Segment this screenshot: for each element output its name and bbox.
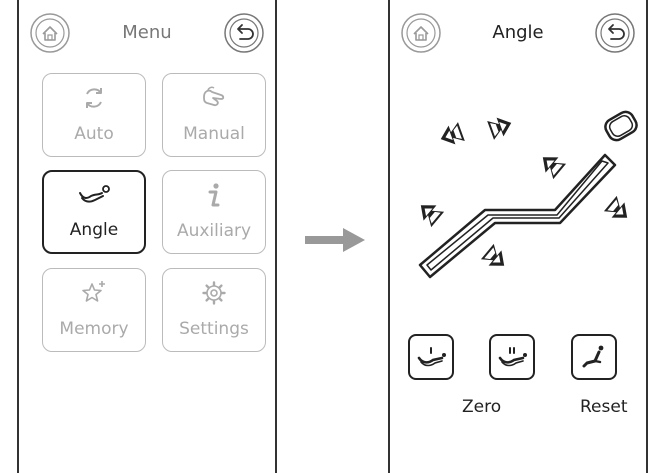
chair-angle-diagram xyxy=(414,110,638,279)
back-button[interactable] xyxy=(594,12,636,54)
tile-manual[interactable]: Manual xyxy=(162,73,266,157)
reset-button[interactable] xyxy=(571,334,617,380)
star-plus-icon xyxy=(82,281,105,302)
tile-auto-label: Auto xyxy=(74,124,114,144)
tile-auxiliary-label: Auxiliary xyxy=(176,221,252,241)
angle-screen: Angle Zero Reset xyxy=(388,0,648,473)
menu-screen: Menu Auto Manual Angle Auxiliary Memory … xyxy=(17,0,277,473)
hand-pointer-icon xyxy=(203,86,225,107)
transition-arrow xyxy=(305,228,365,252)
gear-icon xyxy=(202,281,226,305)
zero-gravity-icon xyxy=(498,347,527,367)
chair-body xyxy=(418,153,617,279)
tile-angle-label: Angle xyxy=(69,220,119,240)
legrest-up-button[interactable] xyxy=(414,198,445,228)
info-i-icon xyxy=(208,183,220,207)
tile-angle[interactable]: Angle xyxy=(42,170,146,254)
zero-label: Zero xyxy=(462,397,502,417)
back-icon xyxy=(224,13,264,53)
tile-memory-label: Memory xyxy=(59,319,129,339)
legrest-down-button[interactable] xyxy=(480,243,511,273)
tile-auxiliary[interactable]: Auxiliary xyxy=(162,170,266,254)
tilt-right-button[interactable] xyxy=(487,113,515,140)
zero-gravity-icon xyxy=(417,347,446,367)
back-button[interactable] xyxy=(223,12,265,54)
zero-gravity-1-button[interactable] xyxy=(408,334,454,380)
recline-angle-icon xyxy=(79,185,110,203)
upright-seat-icon xyxy=(582,345,604,368)
headrest-pad xyxy=(604,110,638,142)
reset-label: Reset xyxy=(580,397,628,417)
tilt-left-button[interactable] xyxy=(437,122,465,148)
backrest-up-button[interactable] xyxy=(536,150,567,180)
tile-manual-label: Manual xyxy=(183,124,245,144)
backrest-down-button[interactable] xyxy=(603,195,634,225)
tile-settings-label: Settings xyxy=(179,319,249,339)
back-icon xyxy=(595,13,635,53)
tile-memory[interactable]: Memory xyxy=(42,268,146,352)
cycle-arrows-icon xyxy=(86,88,102,108)
zero-gravity-2-button[interactable] xyxy=(489,334,535,380)
tile-auto[interactable]: Auto xyxy=(42,73,146,157)
tile-settings[interactable]: Settings xyxy=(162,268,266,352)
